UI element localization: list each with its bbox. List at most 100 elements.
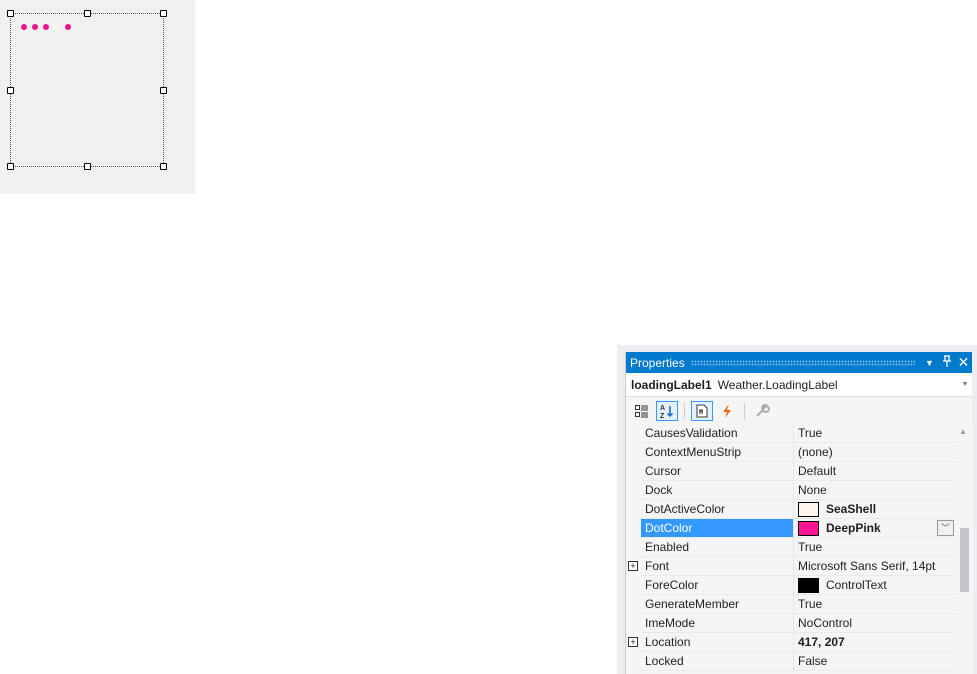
- property-row-dotactivecolor[interactable]: DotActiveColor SeaShell: [626, 500, 956, 519]
- property-row-locked[interactable]: Locked False: [626, 652, 956, 671]
- resize-handle-ne[interactable]: [160, 10, 167, 17]
- resize-handle-n[interactable]: [84, 10, 91, 17]
- property-name[interactable]: CausesValidation: [641, 424, 793, 443]
- property-pages-button[interactable]: [751, 401, 773, 421]
- property-value-text: ControlText: [826, 577, 887, 592]
- events-button[interactable]: [716, 401, 738, 421]
- property-value-text: 417, 207: [798, 634, 845, 649]
- property-row-cursor[interactable]: Cursor Default: [626, 462, 956, 481]
- property-value[interactable]: True: [793, 595, 956, 614]
- property-name[interactable]: Location: [641, 633, 793, 652]
- properties-titlebar[interactable]: Properties ▼ ✕: [626, 352, 972, 373]
- property-value[interactable]: True: [793, 424, 956, 443]
- property-row-enabled[interactable]: Enabled True: [626, 538, 956, 557]
- toolbar-separator: [684, 402, 685, 419]
- property-value[interactable]: DeepPink ﹀: [793, 519, 956, 538]
- designer-surface[interactable]: [0, 0, 195, 194]
- alphabetical-button[interactable]: AZ: [656, 400, 678, 421]
- property-name[interactable]: Locked: [641, 652, 793, 671]
- close-icon[interactable]: ✕: [955, 354, 972, 371]
- property-value[interactable]: False: [793, 652, 956, 671]
- property-value[interactable]: Microsoft Sans Serif, 14pt: [793, 557, 956, 576]
- property-value-text: Default: [798, 463, 837, 478]
- property-value[interactable]: NoControl: [793, 614, 956, 633]
- property-value-text: DeepPink: [826, 520, 881, 535]
- property-name[interactable]: ContextMenuStrip: [641, 443, 793, 462]
- properties-panel: Properties ▼ ✕ loadingLabel1 Weather.Loa…: [625, 352, 973, 674]
- expand-icon[interactable]: +: [628, 561, 638, 571]
- property-value[interactable]: (none): [793, 443, 956, 462]
- property-value-text: (none): [798, 444, 833, 459]
- color-swatch: [798, 520, 819, 536]
- panel-title: Properties: [630, 355, 685, 370]
- property-name[interactable]: Dock: [641, 481, 793, 500]
- categorized-button[interactable]: [631, 401, 653, 421]
- property-value[interactable]: 417, 207: [793, 633, 956, 652]
- loading-dot: [65, 24, 71, 30]
- sort-az-icon: AZ: [660, 405, 674, 419]
- lightning-icon: [723, 403, 731, 418]
- scroll-up-icon[interactable]: ▲: [959, 427, 967, 436]
- property-value[interactable]: True: [793, 538, 956, 557]
- property-name[interactable]: GenerateMember: [641, 595, 793, 614]
- properties-button[interactable]: [691, 400, 713, 421]
- drag-grip[interactable]: [690, 359, 915, 366]
- property-value-text: None: [798, 482, 827, 497]
- property-value-text: True: [798, 539, 823, 554]
- chevron-down-icon[interactable]: ▼: [958, 381, 972, 388]
- categorized-icon: [635, 404, 648, 417]
- property-name[interactable]: DotActiveColor: [641, 500, 793, 519]
- property-name[interactable]: Enabled: [641, 538, 793, 557]
- window-position-dropdown-icon[interactable]: ▼: [921, 358, 938, 368]
- property-name[interactable]: Font: [641, 557, 793, 576]
- property-name[interactable]: ForeColor: [641, 576, 793, 595]
- property-value-text: SeaShell: [826, 501, 877, 516]
- object-type: Weather.LoadingLabel: [717, 377, 838, 392]
- loading-dots: [21, 24, 71, 30]
- property-row-contextmenustrip[interactable]: ContextMenuStrip (none): [626, 443, 956, 462]
- resize-handle-w[interactable]: [7, 87, 14, 94]
- properties-toolbar: AZ: [626, 397, 972, 424]
- property-row-dock[interactable]: Dock None: [626, 481, 956, 500]
- color-swatch: [798, 501, 819, 517]
- property-value-text: True: [798, 596, 823, 611]
- property-row-font[interactable]: + Font Microsoft Sans Serif, 14pt: [626, 557, 956, 576]
- wrench-icon: [756, 403, 770, 417]
- property-row-location[interactable]: + Location 417, 207: [626, 633, 956, 652]
- color-swatch: [798, 577, 819, 593]
- toolbar-separator: [744, 402, 745, 419]
- svg-text:A: A: [660, 405, 665, 412]
- property-value[interactable]: SeaShell: [793, 500, 956, 519]
- properties-icon: [696, 404, 708, 417]
- pin-icon[interactable]: [938, 355, 955, 370]
- property-row-dotcolor[interactable]: DotColor DeepPink ﹀: [626, 519, 956, 538]
- property-row-imemode[interactable]: ImeMode NoControl: [626, 614, 956, 633]
- loading-dot-active: [54, 24, 60, 30]
- resize-handle-e[interactable]: [160, 87, 167, 94]
- resize-handle-s[interactable]: [84, 163, 91, 170]
- loading-dot: [32, 24, 38, 30]
- property-row-causesvalidation[interactable]: CausesValidation True: [626, 424, 956, 443]
- property-row-generatemember[interactable]: GenerateMember True: [626, 595, 956, 614]
- scroll-thumb[interactable]: [960, 528, 969, 592]
- property-name[interactable]: ImeMode: [641, 614, 793, 633]
- vertical-scrollbar[interactable]: ▲: [956, 424, 973, 674]
- property-value[interactable]: None: [793, 481, 956, 500]
- property-name[interactable]: Cursor: [641, 462, 793, 481]
- loading-dot: [21, 24, 27, 30]
- property-row-forecolor[interactable]: ForeColor ControlText: [626, 576, 956, 595]
- object-selector[interactable]: loadingLabel1 Weather.LoadingLabel ▼: [626, 373, 972, 397]
- value-dropdown-button[interactable]: ﹀: [937, 520, 954, 536]
- resize-handle-sw[interactable]: [7, 163, 14, 170]
- property-grid: Locked False + Location 417, 207 ImeMode NoCon…: [626, 424, 973, 674]
- property-value[interactable]: Default: [793, 462, 956, 481]
- resize-handle-se[interactable]: [160, 163, 167, 170]
- property-name[interactable]: DotColor: [641, 519, 793, 538]
- property-value-text: True: [798, 425, 823, 440]
- property-value[interactable]: ControlText: [793, 576, 956, 595]
- loading-label-control[interactable]: [10, 13, 164, 167]
- svg-text:Z: Z: [660, 413, 665, 419]
- expand-icon[interactable]: +: [628, 637, 638, 647]
- object-name: loadingLabel1: [631, 377, 712, 392]
- resize-handle-nw[interactable]: [7, 10, 14, 17]
